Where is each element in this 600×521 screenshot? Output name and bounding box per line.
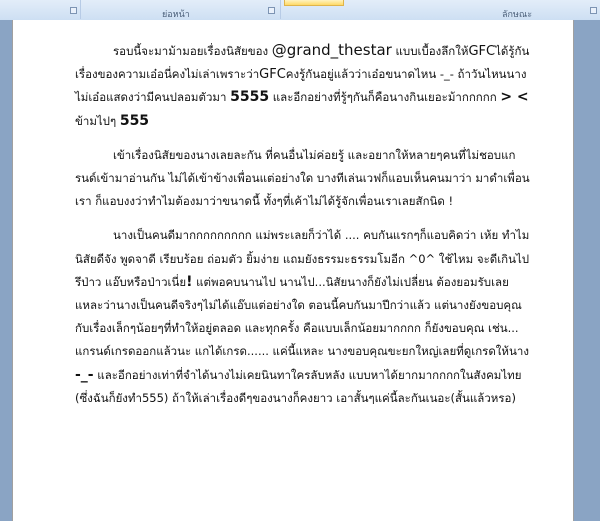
p3-text: และอีกอย่างเท่าที่จำได้นางไม่เคยนินทาใคร… [75, 367, 522, 405]
document-body[interactable]: รอบนี้จะมาม้ามอยเรื่องนิสัยของ @grand_th… [75, 39, 535, 421]
styles-dialog-launcher-icon[interactable] [590, 7, 597, 14]
ribbon-bar: ย่อหน้า ลักษณะ [0, 0, 600, 21]
ribbon-group-label: ย่อหน้า [162, 10, 190, 20]
ribbon-group-paragraph: ย่อหน้า [80, 0, 281, 20]
paragraph-3: นางเป็นคนดีมากกกกกกกกก แม่พระเลยก็ว่าได้… [75, 224, 535, 410]
paragraph-1: รอบนี้จะมาม้ามอยเรื่องนิสัยของ @grand_th… [75, 39, 535, 133]
p1-text: และอีกอย่างที่รู้ๆกันก็คือนางกินเยอะม้าก… [269, 90, 501, 105]
gfc-text: GFC [468, 44, 496, 59]
paragraph-2: เข้าเรื่องนิสัยของนางเลยละกัน ที่คนอื่นไ… [75, 147, 530, 209]
ribbon-group-clipboard [0, 0, 81, 19]
emoticon-text: -_- [75, 366, 94, 383]
p1-text: รอบนี้จะมาม้ามอยเรื่องนิสัยของ [113, 44, 272, 58]
p1-text: ข้ามไปๆ [75, 113, 120, 128]
p1-text: แบบเบื้องลึกให้ [391, 44, 469, 58]
ribbon-group-styles: ลักษณะ [280, 0, 600, 20]
gfc-text: GFC [259, 67, 286, 83]
document-page[interactable]: รอบนี้จะมาม้ามอยเรื่องนิสัยของ @grand_th… [12, 20, 574, 521]
ribbon-group-label: ลักษณะ [502, 10, 533, 20]
emoticon-text: > < [500, 89, 529, 106]
laugh-text: 555 [119, 112, 150, 129]
mention: @grand_thestar [271, 41, 392, 59]
laugh-text: 5555 [230, 89, 270, 106]
paragraph-dialog-launcher-icon[interactable] [268, 7, 275, 14]
dialog-launcher-icon[interactable] [70, 7, 77, 14]
